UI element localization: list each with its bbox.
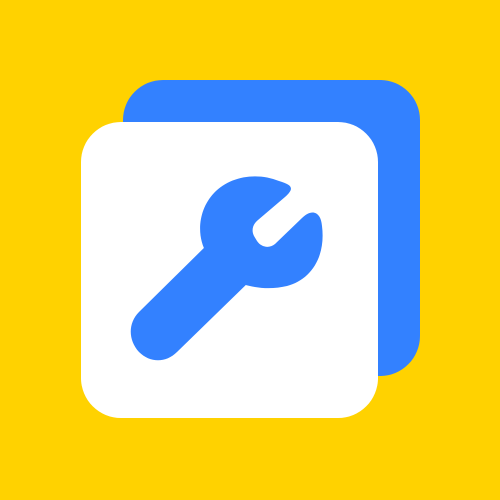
- app-icon: [0, 0, 500, 500]
- wrench-icon: [130, 176, 323, 361]
